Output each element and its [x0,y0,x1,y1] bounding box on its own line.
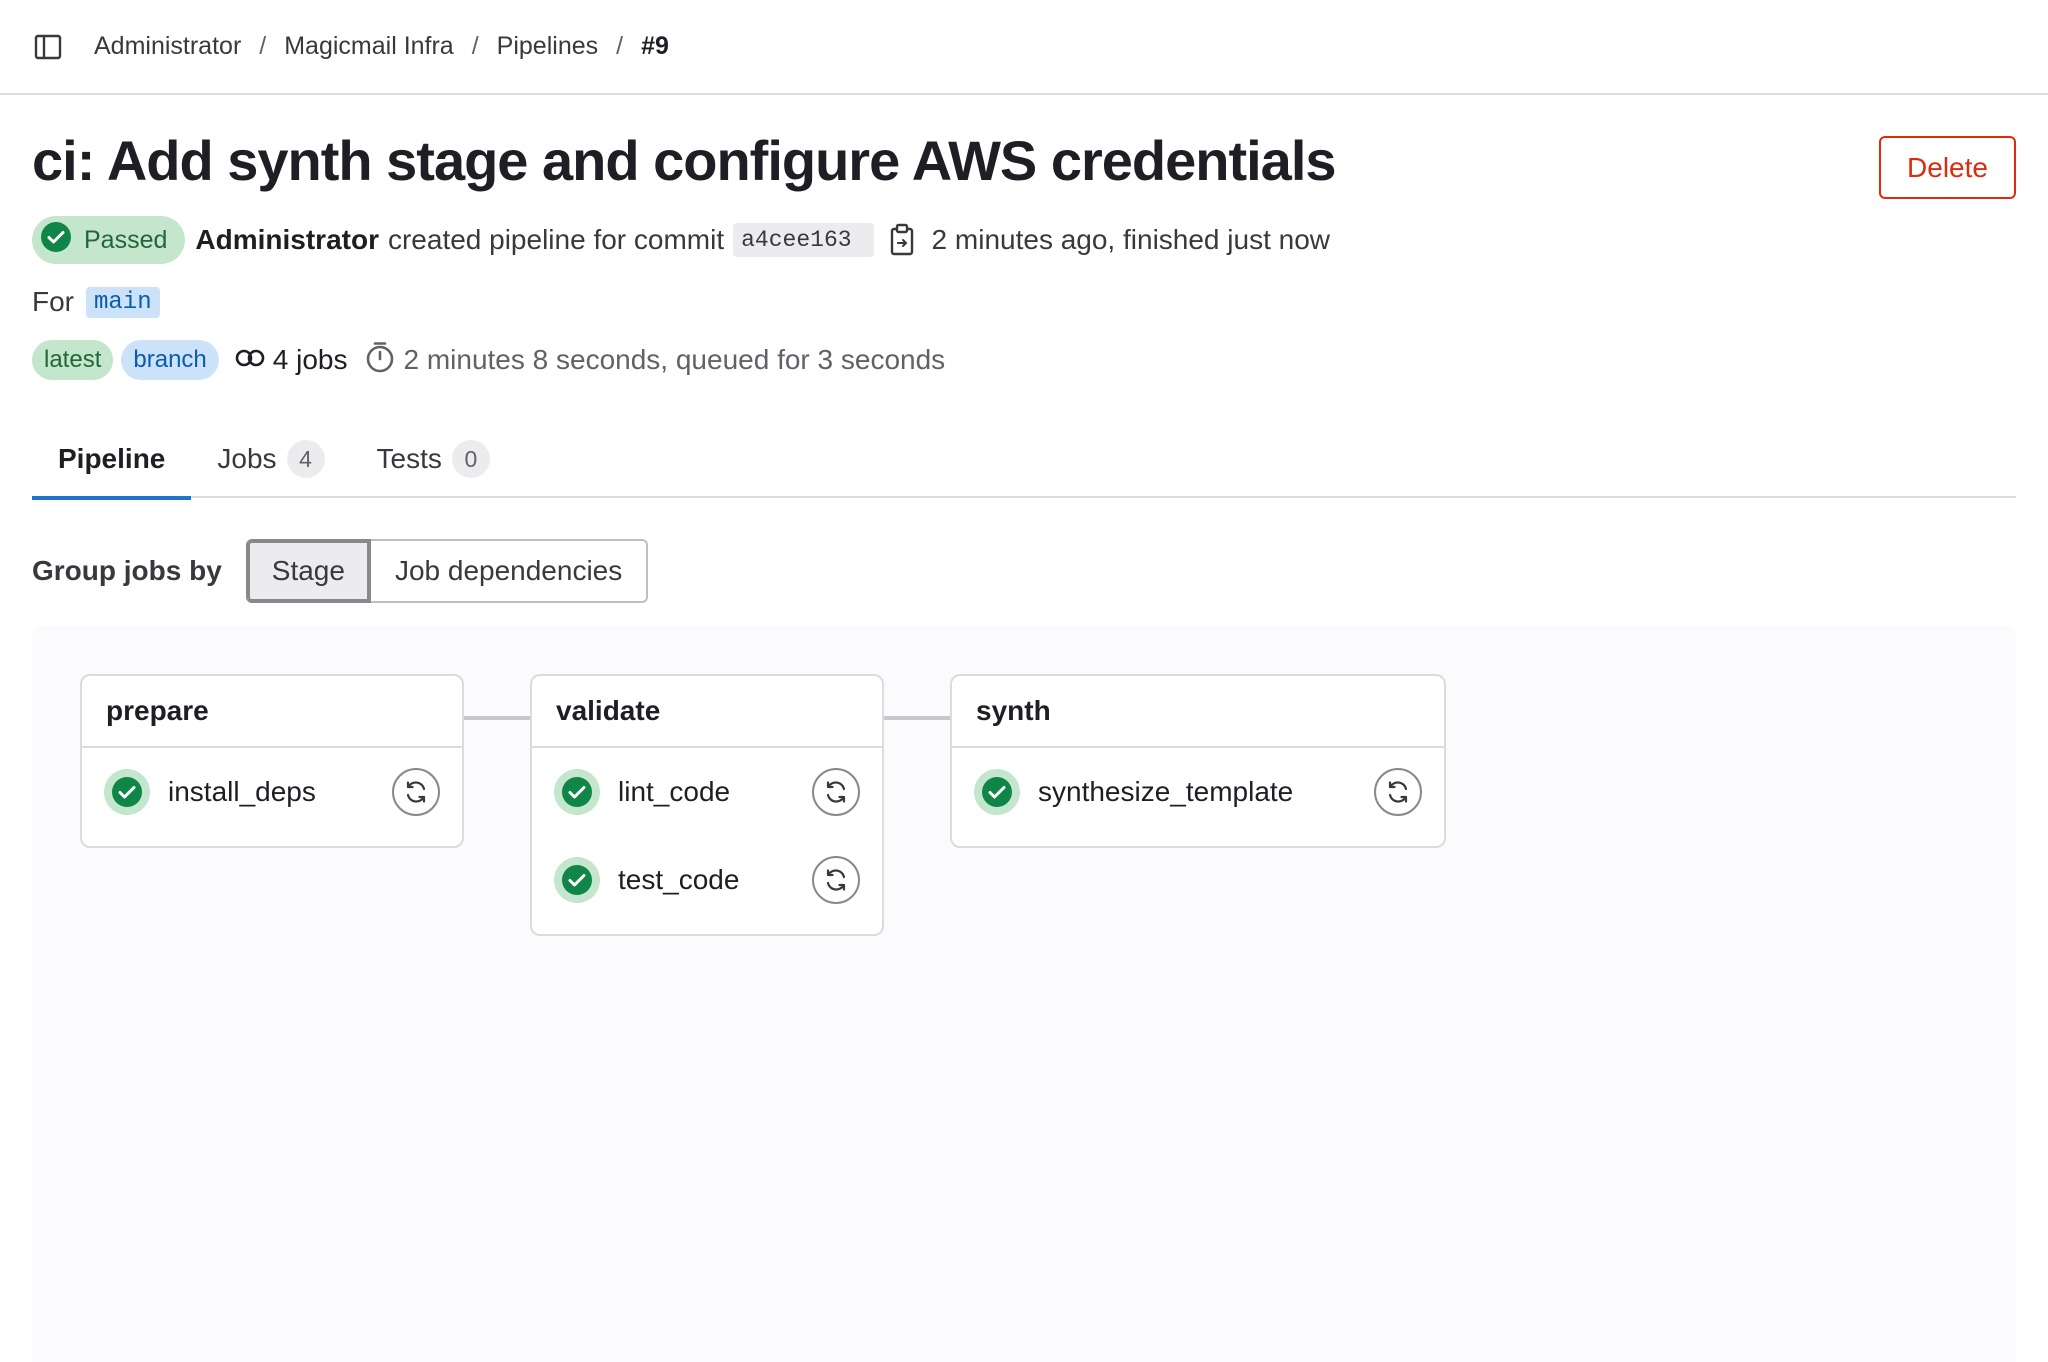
breadcrumb-item-pipelines[interactable]: Pipelines [497,32,598,61]
tab-label: Pipeline [58,443,166,474]
pipeline-tabs: Pipeline Jobs 4 Tests 0 [32,420,2016,500]
action-text: created pipeline for commit [387,224,725,255]
check-circle-icon [554,857,600,903]
pipeline-graph: prepare install_deps validate lint_code [32,626,2016,1362]
ref-row: For main [32,284,160,320]
job-name: test_code [618,864,740,895]
tab-count-badge: 0 [451,440,490,478]
group-jobs-by-label: Group jobs by [32,555,222,586]
duration: 2 minutes 8 seconds, queued for 3 second… [365,341,945,380]
check-circle-icon [40,221,72,260]
job-name: install_deps [168,776,316,807]
breadcrumb-item-administrator[interactable]: Administrator [94,32,241,61]
retry-icon[interactable] [812,768,860,816]
retry-icon[interactable] [812,856,860,904]
check-circle-icon [554,769,600,815]
status-label: Passed [84,225,168,254]
pipeline-tags: latest branch 4 jobs 2 minutes 8 seconds… [32,340,945,380]
top-bar: Administrator / Magicmail Infra / Pipeli… [0,0,2048,95]
group-by-dependencies-button[interactable]: Job dependencies [370,539,649,603]
branch-ref[interactable]: main [86,286,160,318]
stage-validate: validate lint_code test_code [530,674,884,936]
tab-label: Jobs [217,443,277,474]
stage-title: validate [532,676,882,748]
job-item: lint_code [532,748,882,836]
stage-synth: synth synthesize_template [950,674,1446,848]
job-link[interactable]: install_deps [104,769,316,815]
commit-sha[interactable]: a4cee163 [733,223,874,257]
check-circle-icon [104,769,150,815]
latest-badge: latest [32,340,114,380]
stage-connector [464,716,530,720]
pipeline-jobs-icon [235,344,273,376]
breadcrumb-separator: / [471,32,479,60]
for-label: For [32,286,74,317]
tab-tests[interactable]: Tests 0 [351,420,516,498]
tab-label: Tests [376,443,442,474]
breadcrumb-item-project[interactable]: Magicmail Infra [284,32,454,61]
duration-label: 2 minutes 8 seconds, queued for 3 second… [403,344,946,375]
jobs-count-label: 4 jobs [272,344,348,375]
job-link[interactable]: test_code [554,857,739,903]
retry-icon[interactable] [1374,768,1422,816]
breadcrumb-separator: / [616,32,624,60]
job-name: lint_code [618,776,731,807]
tab-count-badge: 4 [286,440,325,478]
jobs-count: 4 jobs [235,344,348,376]
clipboard-icon[interactable] [884,220,920,260]
job-item: synthesize_template [952,748,1444,836]
tab-jobs[interactable]: Jobs 4 [191,420,350,498]
group-by-stage-button[interactable]: Stage [245,539,371,603]
tab-pipeline[interactable]: Pipeline [32,420,192,500]
retry-icon[interactable] [392,768,440,816]
delete-button[interactable]: Delete [1879,136,2016,199]
timer-icon [365,341,403,380]
stage-title: synth [952,676,1444,748]
job-link[interactable]: synthesize_template [974,769,1293,815]
breadcrumb-current[interactable]: #9 [641,32,669,61]
job-name: synthesize_template [1038,776,1294,807]
time-text: 2 minutes ago, finished just now [931,224,1330,255]
pipeline-meta: Passed Administrator created pipeline fo… [32,216,1330,264]
stage-title: prepare [82,676,462,748]
page-title: ci: Add synth stage and configure AWS cr… [32,129,1337,192]
author-link[interactable]: Administrator [195,224,379,256]
stage-prepare: prepare install_deps [80,674,464,848]
status-badge[interactable]: Passed [32,216,186,264]
sidebar-toggle-icon[interactable] [32,31,64,63]
group-jobs-by: Group jobs by Stage Job dependencies [32,538,649,604]
branch-badge: branch [121,340,219,380]
job-link[interactable]: lint_code [554,769,730,815]
group-by-toggle: Stage Job dependencies [245,539,649,603]
stage-connector [884,716,950,720]
job-item: install_deps [82,748,462,836]
job-item: test_code [532,836,882,924]
breadcrumb-separator: / [259,32,267,60]
breadcrumb: Administrator / Magicmail Infra / Pipeli… [94,32,669,61]
check-circle-icon [974,769,1020,815]
